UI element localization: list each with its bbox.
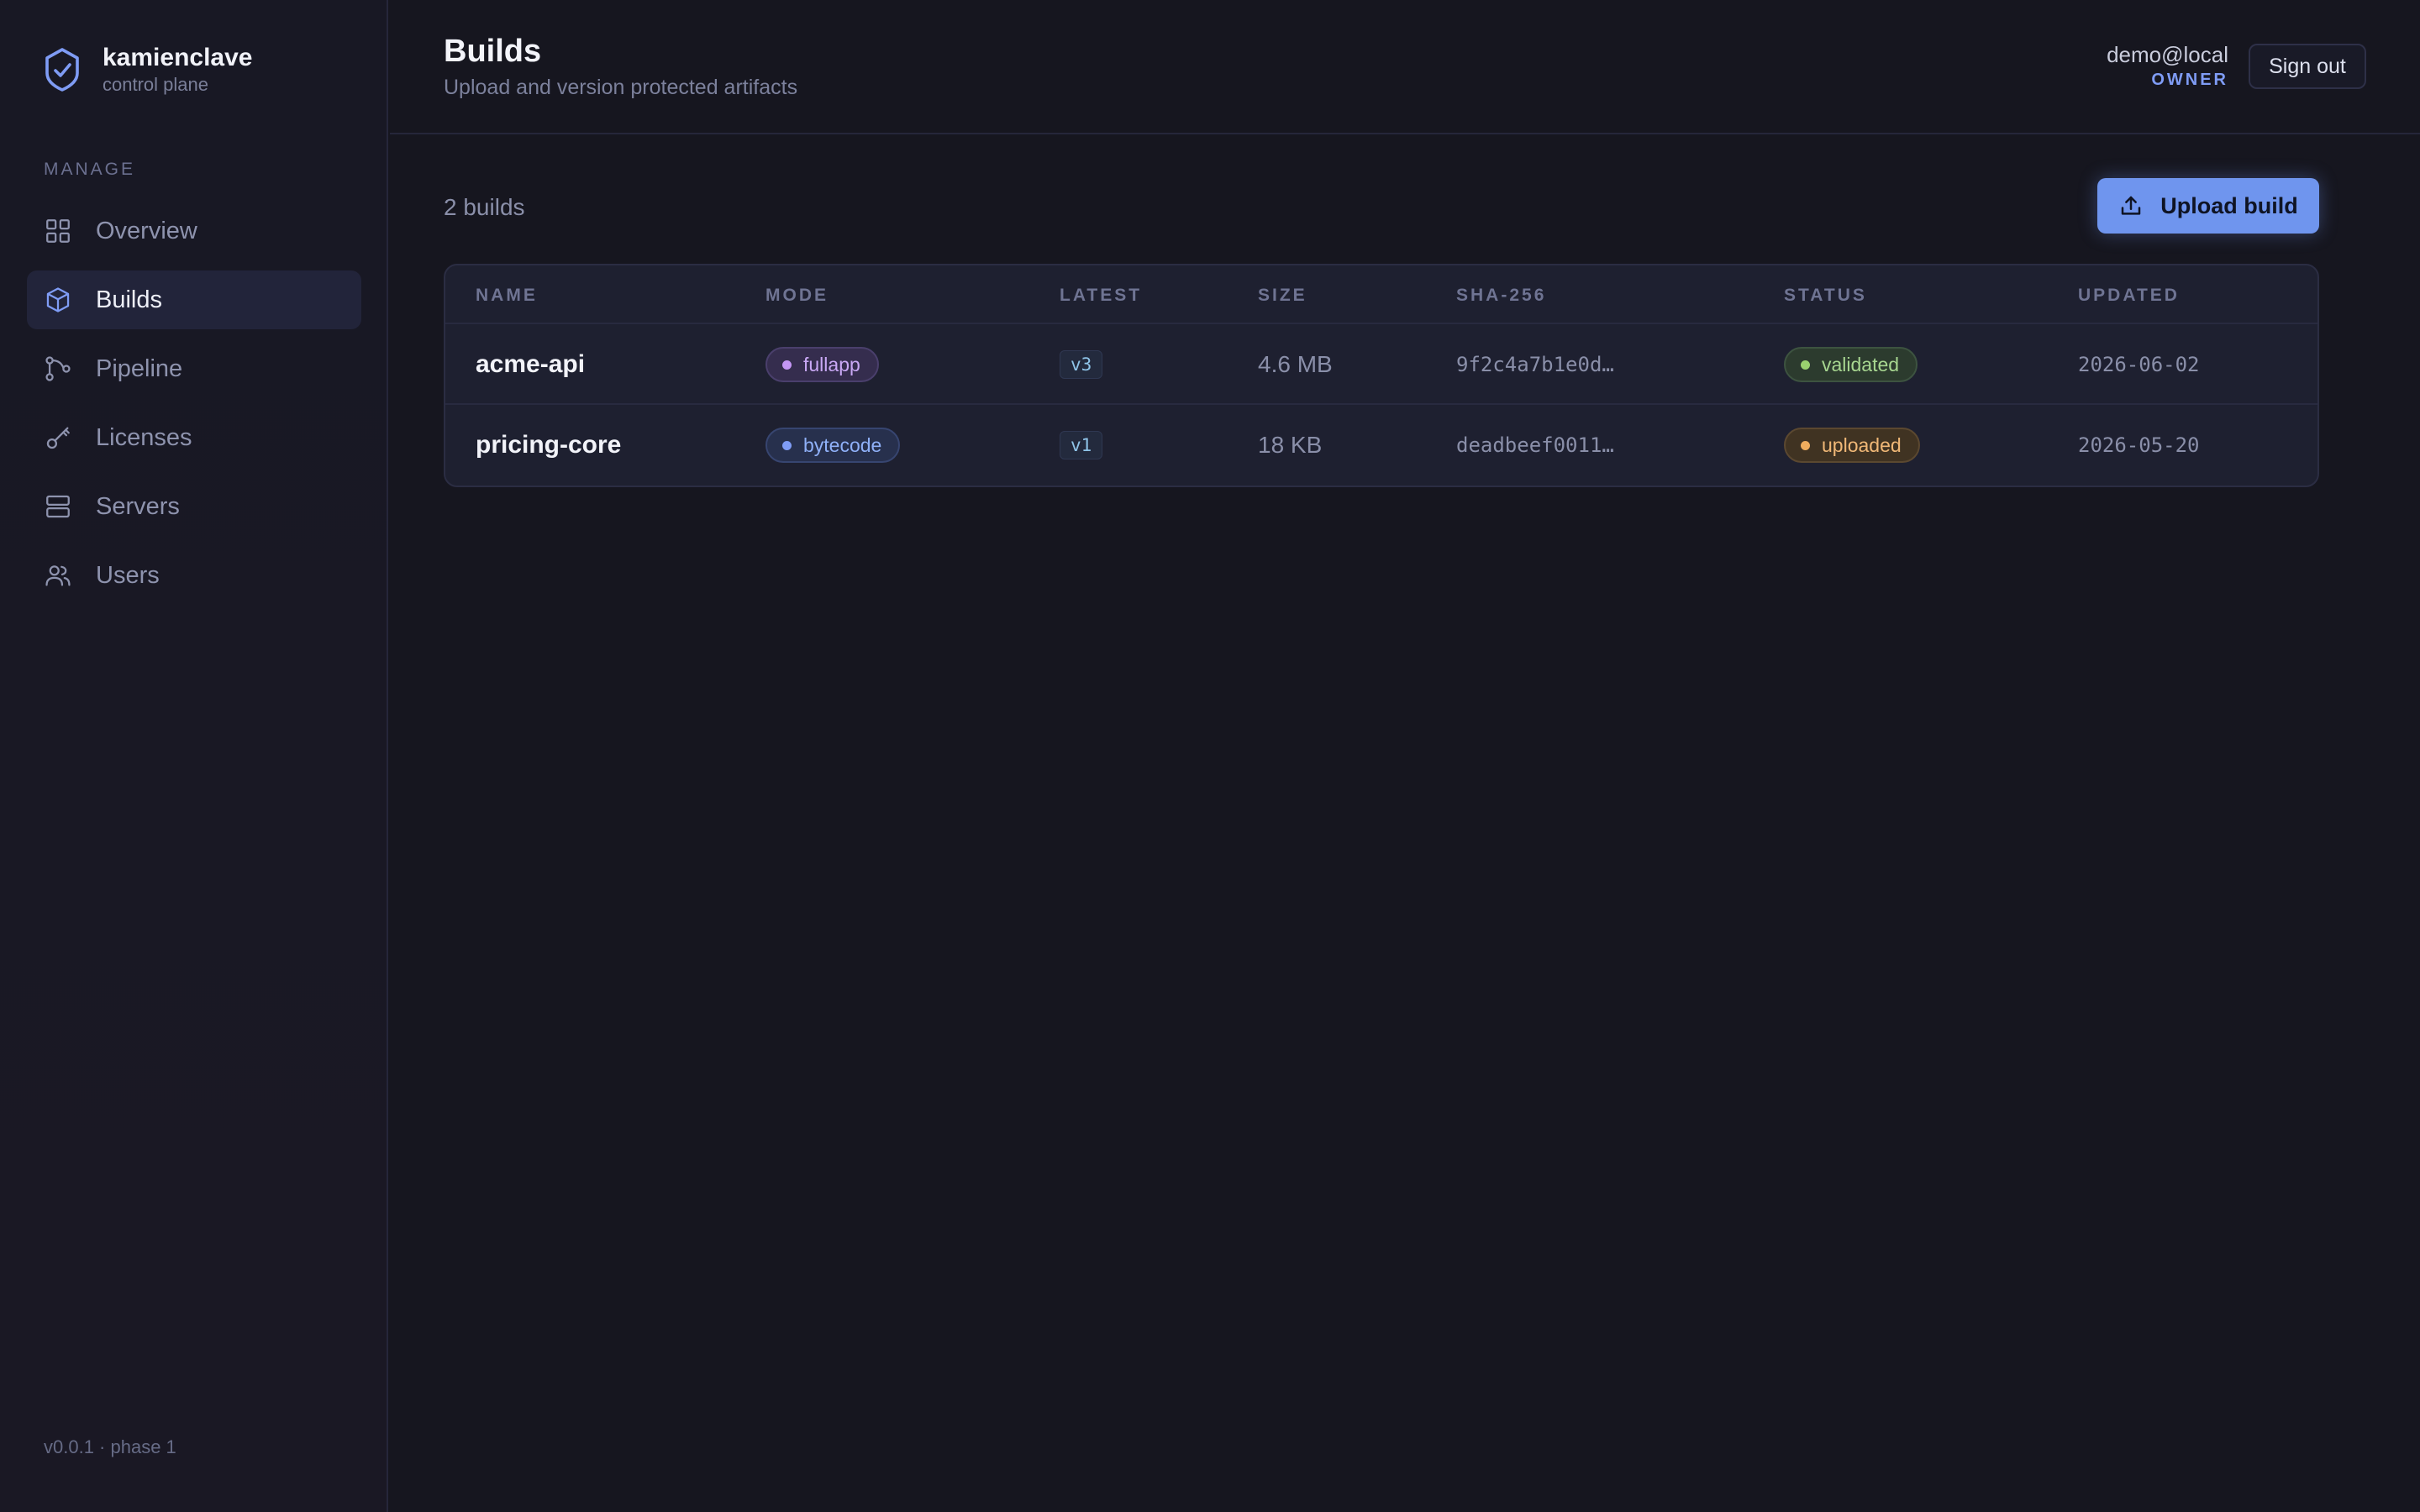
page-subtitle: Upload and version protected artifacts — [444, 76, 798, 99]
table-row[interactable]: acme-api fullapp v3 4.6 MB 9f2c4a7b1e0d…… — [445, 324, 2317, 405]
column-header-updated[interactable]: UPDATED — [2078, 286, 2180, 306]
version-label: v0.0.1 · phase 1 — [44, 1436, 176, 1457]
sidebar-item-builds[interactable]: Builds — [27, 270, 361, 329]
upload-build-button[interactable]: Upload build — [2097, 178, 2319, 234]
key-icon — [46, 427, 70, 449]
column-header-size[interactable]: SIZE — [1258, 286, 1307, 306]
user-email: demo@local — [2107, 42, 2228, 67]
mode-label: bytecode — [803, 433, 882, 456]
table-row[interactable]: pricing-core bytecode v1 18 KB deadbeef0… — [445, 405, 2317, 486]
status-label: uploaded — [1822, 433, 1902, 456]
sha-hash: deadbeef0011… — [1456, 433, 1614, 457]
users-icon — [45, 565, 71, 586]
build-size: 4.6 MB — [1258, 351, 1333, 377]
brand-subtitle: control plane — [103, 74, 208, 95]
server-icon — [46, 495, 70, 518]
builds-table: NAME MODE LATEST SIZE SHA-256 STATUS UPD… — [444, 264, 2319, 487]
sidebar-item-label: Pipeline — [96, 355, 183, 382]
status-dot — [782, 360, 792, 370]
brand-name: kamienclave — [103, 44, 253, 71]
build-name[interactable]: pricing-core — [476, 431, 621, 459]
grid-icon — [46, 219, 70, 243]
build-name[interactable]: acme-api — [476, 350, 585, 379]
upload-icon — [2122, 196, 2141, 215]
sidebar-item-pipeline[interactable]: Pipeline — [27, 339, 361, 398]
user-info: demo@local OWNER — [2107, 42, 2228, 90]
mode-badge: bytecode — [765, 428, 901, 463]
status-dot — [1801, 360, 1810, 370]
cube-icon — [46, 287, 70, 312]
builds-count: 2 builds — [444, 194, 525, 220]
sidebar-item-label: Licenses — [96, 424, 192, 451]
sidebar-item-licenses[interactable]: Licenses — [27, 408, 361, 467]
brand[interactable]: kamienclave control plane — [42, 44, 252, 96]
upload-build-label: Upload build — [2160, 192, 2298, 218]
sidebar-item-servers[interactable]: Servers — [27, 477, 361, 536]
user-role-badge: OWNER — [2151, 71, 2228, 89]
page-title: Builds — [444, 34, 542, 69]
version-tag: v1 — [1060, 431, 1103, 459]
mode-label: fullapp — [803, 353, 860, 375]
column-header-name[interactable]: NAME — [476, 286, 538, 306]
status-badge: validated — [1784, 347, 1918, 382]
sidebar-nav: Overview Builds Pipeline Licenses Server… — [27, 202, 361, 615]
column-header-status[interactable]: STATUS — [1784, 286, 1867, 306]
pipeline-icon — [45, 356, 71, 381]
updated-date: 2026-05-20 — [2078, 433, 2200, 457]
status-dot — [782, 440, 792, 450]
sidebar-item-label: Builds — [96, 286, 162, 313]
sha-hash: 9f2c4a7b1e0d… — [1456, 353, 1614, 376]
sidebar: kamienclave control plane MANAGE Overvie… — [0, 0, 388, 1512]
mode-badge: fullapp — [765, 347, 879, 382]
sign-out-button[interactable]: Sign out — [2249, 44, 2366, 89]
shield-check-icon — [45, 48, 79, 92]
column-header-sha[interactable]: SHA-256 — [1456, 286, 1546, 306]
status-label: validated — [1822, 353, 1900, 375]
sidebar-item-label: Servers — [96, 493, 180, 520]
sidebar-item-users[interactable]: Users — [27, 546, 361, 605]
updated-date: 2026-06-02 — [2078, 353, 2200, 376]
sidebar-item-label: Users — [96, 562, 160, 589]
topbar: Builds Upload and version protected arti… — [390, 0, 2420, 134]
status-badge: uploaded — [1784, 428, 1920, 463]
column-header-mode[interactable]: MODE — [765, 286, 829, 306]
table-header: NAME MODE LATEST SIZE SHA-256 STATUS UPD… — [445, 265, 2317, 324]
column-header-latest[interactable]: LATEST — [1060, 286, 1142, 306]
status-dot — [1801, 440, 1810, 450]
sidebar-item-overview[interactable]: Overview — [27, 202, 361, 260]
nav-heading: MANAGE — [44, 160, 136, 179]
version-tag: v3 — [1060, 350, 1103, 379]
build-size: 18 KB — [1258, 432, 1323, 458]
sidebar-item-label: Overview — [96, 218, 197, 244]
